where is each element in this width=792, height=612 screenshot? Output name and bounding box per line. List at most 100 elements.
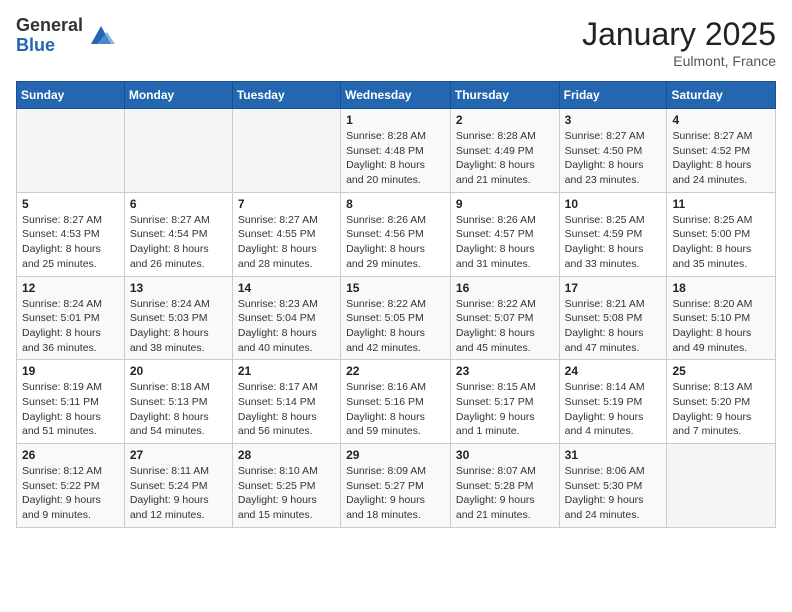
weekday-header-saturday: Saturday (667, 82, 776, 109)
day-info: Sunrise: 8:24 AM Sunset: 5:01 PM Dayligh… (22, 297, 119, 356)
calendar-cell: 2 Sunrise: 8:28 AM Sunset: 4:49 PM Daylig… (450, 109, 559, 193)
day-number: 30 (456, 448, 554, 462)
day-info: Sunrise: 8:25 AM Sunset: 4:59 PM Dayligh… (565, 213, 662, 272)
day-info: Sunrise: 8:28 AM Sunset: 4:48 PM Dayligh… (346, 129, 445, 188)
calendar-cell: 29 Sunrise: 8:09 AM Sunset: 5:27 PM Dayli… (341, 444, 451, 528)
day-info: Sunrise: 8:27 AM Sunset: 4:53 PM Dayligh… (22, 213, 119, 272)
day-number: 13 (130, 281, 227, 295)
week-row-1: 1 Sunrise: 8:28 AM Sunset: 4:48 PM Daylig… (17, 109, 776, 193)
calendar-cell: 1 Sunrise: 8:28 AM Sunset: 4:48 PM Daylig… (341, 109, 451, 193)
day-info: Sunrise: 8:09 AM Sunset: 5:27 PM Dayligh… (346, 464, 445, 523)
calendar-cell: 17 Sunrise: 8:21 AM Sunset: 5:08 PM Dayli… (559, 276, 667, 360)
day-number: 5 (22, 197, 119, 211)
calendar-cell: 16Sunrise: 8:22 AM Sunset: 5:07 PM Dayli… (450, 276, 559, 360)
calendar-cell (17, 109, 125, 193)
day-info: Sunrise: 8:25 AM Sunset: 5:00 PM Dayligh… (672, 213, 770, 272)
day-info: Sunrise: 8:18 AM Sunset: 5:13 PM Dayligh… (130, 380, 227, 439)
calendar-cell: 23Sunrise: 8:15 AM Sunset: 5:17 PM Dayli… (450, 360, 559, 444)
calendar-cell: 11Sunrise: 8:25 AM Sunset: 5:00 PM Dayli… (667, 192, 776, 276)
day-info: Sunrise: 8:20 AM Sunset: 5:10 PM Dayligh… (672, 297, 770, 356)
calendar-cell: 27Sunrise: 8:11 AM Sunset: 5:24 PM Dayli… (124, 444, 232, 528)
calendar-cell (667, 444, 776, 528)
calendar-cell: 30Sunrise: 8:07 AM Sunset: 5:28 PM Dayli… (450, 444, 559, 528)
calendar-cell: 22 Sunrise: 8:16 AM Sunset: 5:16 PM Dayli… (341, 360, 451, 444)
calendar-cell: 28Sunrise: 8:10 AM Sunset: 5:25 PM Dayli… (232, 444, 340, 528)
day-number: 23 (456, 364, 554, 378)
day-info: Sunrise: 8:27 AM Sunset: 4:54 PM Dayligh… (130, 213, 227, 272)
day-number: 26 (22, 448, 119, 462)
calendar-cell: 20Sunrise: 8:18 AM Sunset: 5:13 PM Dayli… (124, 360, 232, 444)
day-number: 12 (22, 281, 119, 295)
calendar-cell: 18 Sunrise: 8:20 AM Sunset: 5:10 PM Dayli… (667, 276, 776, 360)
logo-blue-text: Blue (16, 36, 83, 56)
day-number: 29 (346, 448, 445, 462)
calendar-cell: 5 Sunrise: 8:27 AM Sunset: 4:53 PM Daylig… (17, 192, 125, 276)
day-number: 3 (565, 113, 662, 127)
day-number: 6 (130, 197, 227, 211)
calendar-cell (232, 109, 340, 193)
calendar-cell: 9Sunrise: 8:26 AM Sunset: 4:57 PM Daylig… (450, 192, 559, 276)
weekday-header-row: SundayMondayTuesdayWednesdayThursdayFrid… (17, 82, 776, 109)
title-block: January 2025 Eulmont, France (582, 16, 776, 69)
weekday-header-monday: Monday (124, 82, 232, 109)
calendar-cell: 4Sunrise: 8:27 AM Sunset: 4:52 PM Daylig… (667, 109, 776, 193)
calendar-cell: 15 Sunrise: 8:22 AM Sunset: 5:05 PM Dayli… (341, 276, 451, 360)
week-row-2: 5 Sunrise: 8:27 AM Sunset: 4:53 PM Daylig… (17, 192, 776, 276)
day-info: Sunrise: 8:23 AM Sunset: 5:04 PM Dayligh… (238, 297, 335, 356)
calendar-cell (124, 109, 232, 193)
day-number: 10 (565, 197, 662, 211)
calendar-cell: 13Sunrise: 8:24 AM Sunset: 5:03 PM Dayli… (124, 276, 232, 360)
day-info: Sunrise: 8:22 AM Sunset: 5:05 PM Dayligh… (346, 297, 445, 356)
logo-general-text: General (16, 16, 83, 36)
logo-icon (87, 22, 115, 50)
calendar-cell: 10 Sunrise: 8:25 AM Sunset: 4:59 PM Dayli… (559, 192, 667, 276)
calendar-cell: 24Sunrise: 8:14 AM Sunset: 5:19 PM Dayli… (559, 360, 667, 444)
day-number: 16 (456, 281, 554, 295)
calendar-cell: 8 Sunrise: 8:26 AM Sunset: 4:56 PM Daylig… (341, 192, 451, 276)
day-info: Sunrise: 8:27 AM Sunset: 4:50 PM Dayligh… (565, 129, 662, 188)
day-info: Sunrise: 8:12 AM Sunset: 5:22 PM Dayligh… (22, 464, 119, 523)
day-number: 17 (565, 281, 662, 295)
calendar-cell: 19Sunrise: 8:19 AM Sunset: 5:11 PM Dayli… (17, 360, 125, 444)
day-info: Sunrise: 8:21 AM Sunset: 5:08 PM Dayligh… (565, 297, 662, 356)
calendar-cell: 25 Sunrise: 8:13 AM Sunset: 5:20 PM Dayli… (667, 360, 776, 444)
day-info: Sunrise: 8:14 AM Sunset: 5:19 PM Dayligh… (565, 380, 662, 439)
day-number: 9 (456, 197, 554, 211)
day-info: Sunrise: 8:11 AM Sunset: 5:24 PM Dayligh… (130, 464, 227, 523)
weekday-header-friday: Friday (559, 82, 667, 109)
day-number: 28 (238, 448, 335, 462)
day-info: Sunrise: 8:16 AM Sunset: 5:16 PM Dayligh… (346, 380, 445, 439)
page-header: General Blue January 2025 Eulmont, Franc… (16, 16, 776, 69)
day-number: 8 (346, 197, 445, 211)
day-number: 14 (238, 281, 335, 295)
day-number: 19 (22, 364, 119, 378)
day-number: 2 (456, 113, 554, 127)
location: Eulmont, France (582, 53, 776, 69)
day-number: 18 (672, 281, 770, 295)
weekday-header-sunday: Sunday (17, 82, 125, 109)
week-row-4: 19Sunrise: 8:19 AM Sunset: 5:11 PM Dayli… (17, 360, 776, 444)
weekday-header-tuesday: Tuesday (232, 82, 340, 109)
day-number: 15 (346, 281, 445, 295)
day-info: Sunrise: 8:13 AM Sunset: 5:20 PM Dayligh… (672, 380, 770, 439)
day-number: 25 (672, 364, 770, 378)
day-info: Sunrise: 8:06 AM Sunset: 5:30 PM Dayligh… (565, 464, 662, 523)
month-title: January 2025 (582, 16, 776, 53)
calendar-cell: 21Sunrise: 8:17 AM Sunset: 5:14 PM Dayli… (232, 360, 340, 444)
day-number: 7 (238, 197, 335, 211)
week-row-5: 26 Sunrise: 8:12 AM Sunset: 5:22 PM Dayli… (17, 444, 776, 528)
calendar-cell: 14 Sunrise: 8:23 AM Sunset: 5:04 PM Dayli… (232, 276, 340, 360)
day-number: 22 (346, 364, 445, 378)
day-info: Sunrise: 8:17 AM Sunset: 5:14 PM Dayligh… (238, 380, 335, 439)
day-number: 4 (672, 113, 770, 127)
calendar-cell: 3 Sunrise: 8:27 AM Sunset: 4:50 PM Daylig… (559, 109, 667, 193)
day-info: Sunrise: 8:26 AM Sunset: 4:56 PM Dayligh… (346, 213, 445, 272)
day-number: 31 (565, 448, 662, 462)
day-info: Sunrise: 8:27 AM Sunset: 4:55 PM Dayligh… (238, 213, 335, 272)
calendar-cell: 7 Sunrise: 8:27 AM Sunset: 4:55 PM Daylig… (232, 192, 340, 276)
weekday-header-wednesday: Wednesday (341, 82, 451, 109)
day-number: 1 (346, 113, 445, 127)
weekday-header-thursday: Thursday (450, 82, 559, 109)
day-info: Sunrise: 8:28 AM Sunset: 4:49 PM Dayligh… (456, 129, 554, 188)
logo: General Blue (16, 16, 115, 56)
